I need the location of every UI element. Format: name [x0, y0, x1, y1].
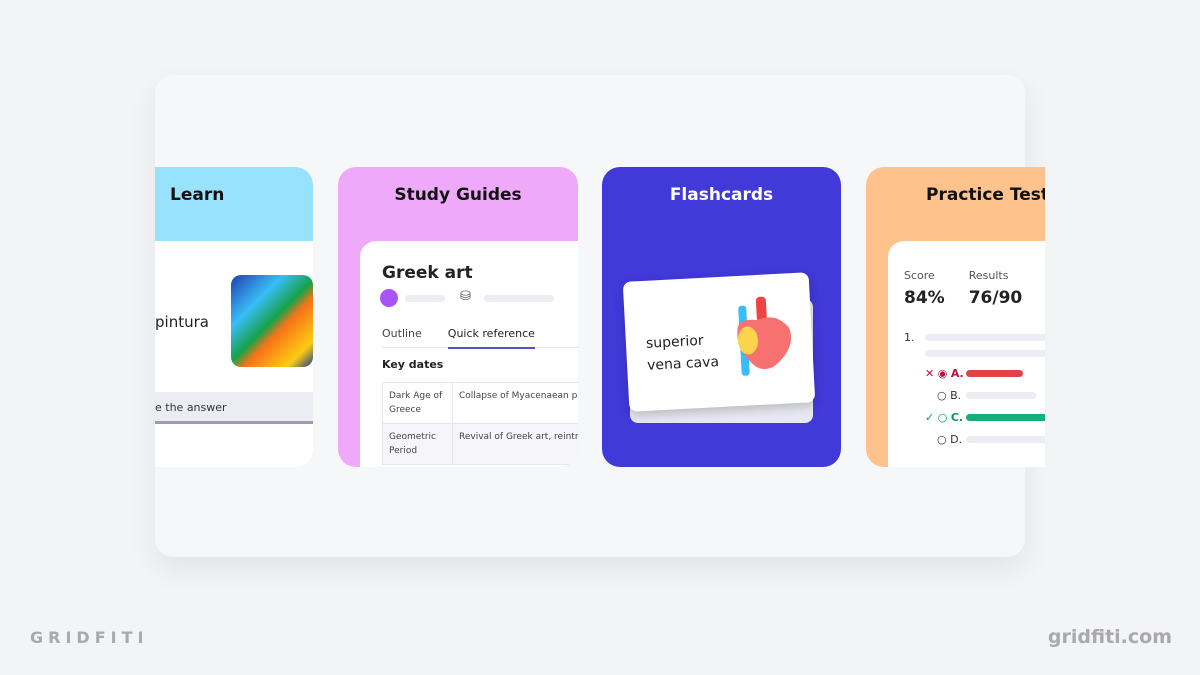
table-row: Geometric Period Revival of Greek art, re… [382, 423, 578, 465]
wrong-icon: ✕ ◉ [925, 367, 951, 380]
check-icon: ✓ ○ [925, 411, 951, 424]
flashcard[interactable]: superior vena cava [622, 272, 816, 412]
option-b[interactable]: B. [950, 389, 961, 402]
learn-word: pintura [155, 313, 209, 331]
flashcards-title: Flashcards [669, 185, 774, 205]
study-guides-card[interactable]: Study Guides Greek art ⛁ Outline Quick r… [338, 167, 578, 467]
heart-illustration [737, 296, 792, 376]
painting-image [231, 275, 313, 367]
study-guides-title: Study Guides [394, 185, 522, 205]
answer-input[interactable]: e the answer [155, 392, 313, 424]
brand-logo: GRIDFITI [30, 628, 149, 647]
avatar [380, 289, 398, 307]
site-url: gridfiti.com [1047, 626, 1172, 648]
practice-tests-title: Practice Tests [926, 185, 1045, 205]
practice-tests-card[interactable]: Practice Tests Score84% Results76/90 To7… [866, 167, 1045, 467]
tab-outline[interactable]: Outline [382, 327, 422, 340]
option-c[interactable]: C. [951, 411, 963, 424]
learn-card[interactable]: Learn pintura e the answer [155, 167, 313, 467]
stack-icon: ⛁ [460, 289, 471, 304]
flashcards-card[interactable]: Flashcards superior vena cava [602, 167, 841, 467]
tab-quick-reference[interactable]: Quick reference [447, 327, 535, 349]
learn-title: Learn [170, 185, 225, 205]
doc-title: Greek art [382, 263, 473, 283]
stat-score: Score 84% [904, 269, 945, 308]
table-row: Dark Age of Greece Collapse of Myacenaean… [382, 382, 578, 424]
option-a[interactable]: A. [951, 367, 964, 380]
key-dates-table: Dark Age of Greece Collapse of Myacenaean… [382, 382, 578, 465]
stat-results: Results 76/90 [968, 269, 1023, 308]
option-d[interactable]: D. [950, 433, 962, 446]
radio-icon: ○ [937, 433, 951, 446]
section-heading: Key dates [382, 358, 444, 371]
radio-icon: ○ [937, 389, 951, 402]
